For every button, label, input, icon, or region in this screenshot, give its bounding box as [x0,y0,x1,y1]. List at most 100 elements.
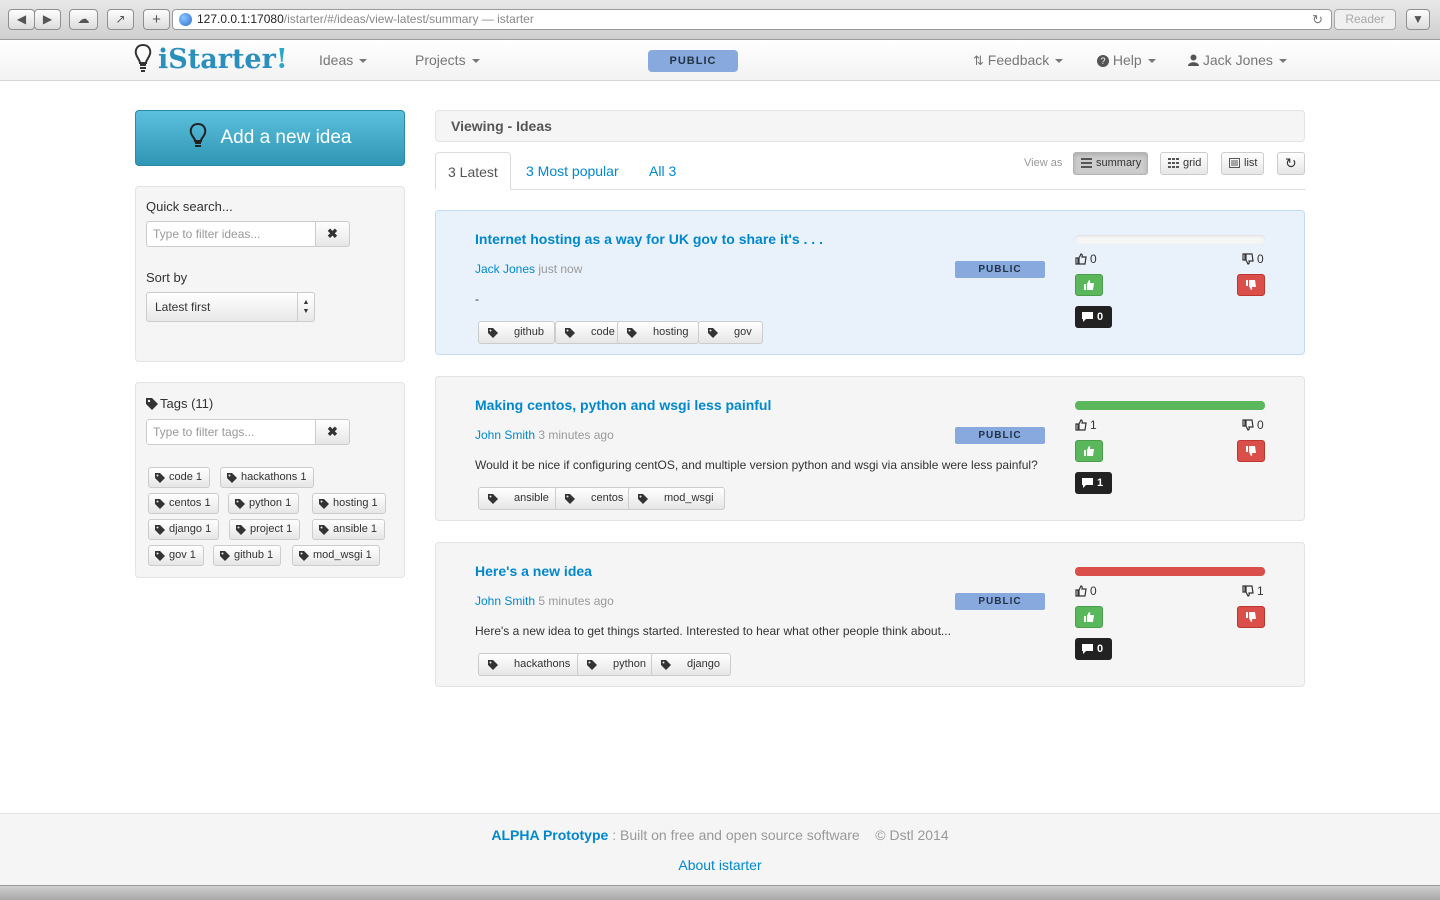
tag-cloud-item[interactable]: code 1 [148,467,211,488]
about-link[interactable]: About istarter [0,857,1440,873]
idea-tag[interactable]: github [478,321,555,344]
comments-count: 0 [1097,311,1104,323]
dislikes-value: 1 [1257,584,1264,598]
public-status-badge: PUBLIC [648,50,738,72]
idea-author-link[interactable]: John Smith [475,428,535,442]
app-navbar: iStarter! Ideas Projects PUBLIC ⇅ Feedba… [0,40,1440,81]
add-idea-button[interactable]: Add a new idea [135,110,405,166]
comments-button[interactable]: 1 [1075,472,1112,494]
idea-tag[interactable]: mod_wsgi [628,487,725,510]
tag-cloud-item[interactable]: python 1 [228,493,300,514]
vote-progress-bar [1075,235,1265,244]
reload-icon[interactable]: ↻ [1312,10,1323,29]
refresh-icon: ↻ [1285,155,1297,171]
tag-cloud-item[interactable]: hosting 1 [312,493,386,514]
idea-tag[interactable]: python [577,653,658,676]
tag-cloud-item[interactable]: centos 1 [148,493,219,514]
idea-tag[interactable]: ansible [478,487,560,510]
idea-title-link[interactable]: Making centos, python and wsgi less pain… [475,397,771,413]
clear-search-button[interactable]: ✖ [315,221,350,247]
icloud-tabs-button[interactable]: ☁ [69,9,98,30]
tag-cloud-item[interactable]: mod_wsgi 1 [292,545,380,566]
idea-title-link[interactable]: Here's a new idea [475,563,592,579]
brand-bang: ! [275,44,288,75]
idea-tag[interactable]: centos [555,487,635,510]
tag-icon [299,551,309,561]
comments-count: 1 [1097,477,1104,489]
idea-tag[interactable]: gov [698,321,763,344]
caret-down-icon [471,59,480,64]
nav-projects-menu[interactable]: Projects [415,40,480,80]
browser-status-bar [0,885,1440,900]
share-button[interactable]: ↗ [107,9,134,30]
nav-ideas-menu[interactable]: Ideas [319,40,368,80]
vote-down-button[interactable] [1237,440,1265,462]
tag-icon [236,525,246,535]
tag-icon [220,551,230,561]
idea-description: Here's a new idea to get things started.… [475,624,951,638]
nav-help-menu[interactable]: ? Help [1097,40,1156,80]
dislikes-count: 0 [1242,418,1264,432]
idea-meta: John Smith 3 minutes ago [475,428,614,442]
brand-logo[interactable]: iStarter! [134,41,288,79]
sort-select[interactable]: Latest first ▲ ▼ [146,292,315,322]
tab-latest[interactable]: 3 Latest [435,152,511,190]
sort-by-label: Sort by [146,270,188,285]
vote-down-button[interactable] [1237,274,1265,296]
thumbs-down-icon [1246,446,1256,456]
view-list-button[interactable]: list [1221,152,1265,175]
refresh-button[interactable]: ↻ [1277,152,1305,175]
tag-search-input[interactable]: Type to filter tags... [146,419,316,445]
page-title: Viewing - Ideas [435,110,1305,142]
nav-user-menu[interactable]: Jack Jones [1188,40,1287,80]
tag-cloud-item[interactable]: django 1 [148,519,220,540]
tag-icon [708,328,718,338]
tag-cloud-item[interactable]: project 1 [229,519,301,540]
clear-tag-search-button[interactable]: ✖ [315,419,350,445]
tag-cloud-item[interactable]: gov 1 [148,545,204,566]
tag-icon [638,494,648,504]
thumbs-up-icon [1084,612,1094,622]
tags-heading: Tags (11) [146,396,213,411]
tag-icon [227,473,237,483]
tag-icon [155,499,165,509]
alpha-link[interactable]: ALPHA Prototype [491,827,608,843]
idea-tag[interactable]: code [555,321,626,344]
idea-tag[interactable]: hackathons [478,653,582,676]
vote-up-button[interactable] [1075,440,1103,462]
address-bar[interactable]: 127.0.0.1:17080/istarter/#/ideas/view-la… [172,9,1332,30]
view-grid-button[interactable]: grid [1160,152,1209,175]
idea-author-link[interactable]: Jack Jones [475,262,535,276]
comments-button[interactable]: 0 [1075,638,1112,660]
idea-card: Making centos, python and wsgi less pain… [435,376,1305,521]
tag-cloud-item[interactable]: ansible 1 [312,519,386,540]
new-tab-button[interactable]: + [143,9,170,30]
idea-tag[interactable]: hosting [617,321,700,344]
idea-meta: Jack Jones just now [475,262,582,276]
idea-search-input[interactable]: Type to filter ideas... [146,221,316,247]
tag-cloud-item[interactable]: github 1 [213,545,282,566]
idea-title-link[interactable]: Internet hosting as a way for UK gov to … [475,231,823,247]
thumbs-up-icon [1075,585,1087,597]
likes-count: 0 [1075,252,1097,266]
tab-most-popular[interactable]: 3 Most popular [514,152,631,190]
downloads-button[interactable]: ▼ [1406,9,1430,30]
view-summary-label: summary [1096,157,1142,169]
nav-ideas-label: Ideas [319,52,354,68]
vote-down-button[interactable] [1237,606,1265,628]
grid-icon [1168,158,1179,168]
back-button[interactable]: ◀ [8,9,35,30]
view-summary-button[interactable]: summary [1073,152,1149,175]
idea-author-link[interactable]: John Smith [475,594,535,608]
nav-feedback-menu[interactable]: ⇅ Feedback [973,40,1064,80]
tab-all[interactable]: All 3 [637,152,688,190]
vote-up-button[interactable] [1075,274,1103,296]
question-circle-icon: ? [1097,55,1109,67]
comment-icon [1082,478,1093,488]
reader-button[interactable]: Reader [1334,9,1396,30]
tag-cloud-item[interactable]: hackathons 1 [220,467,315,488]
comments-button[interactable]: 0 [1075,306,1112,328]
vote-up-button[interactable] [1075,606,1103,628]
forward-button[interactable]: ▶ [34,9,61,30]
idea-tag[interactable]: django [651,653,732,676]
